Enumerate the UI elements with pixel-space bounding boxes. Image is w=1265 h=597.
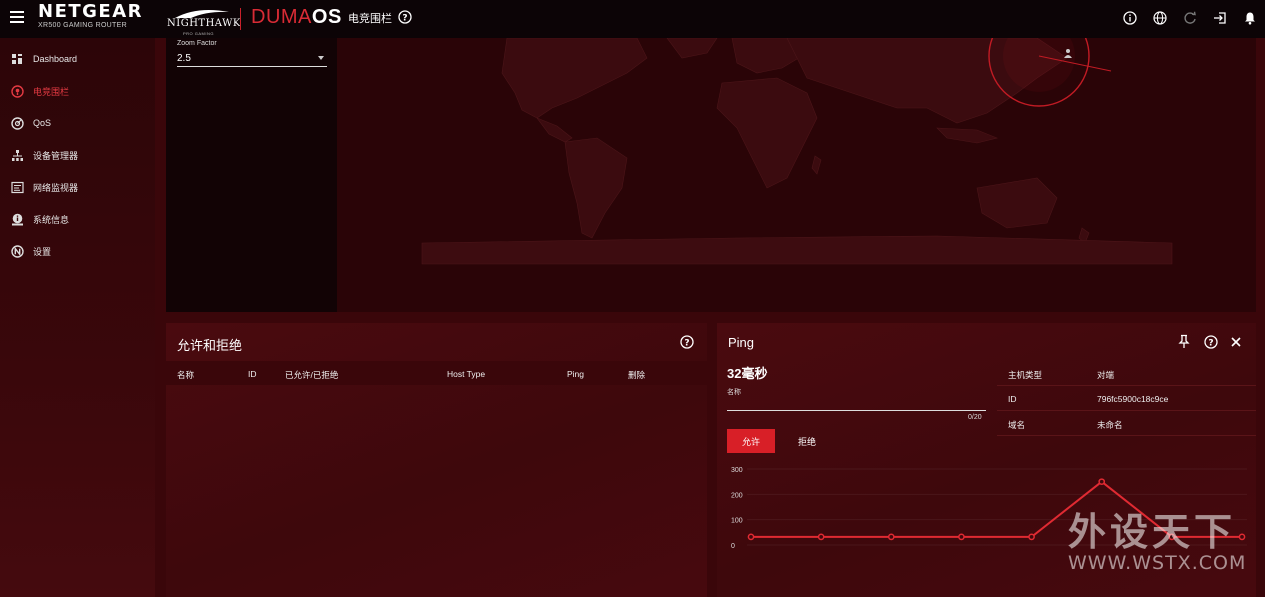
chart-ytick-label: 200 bbox=[731, 492, 743, 499]
help-icon[interactable]: ? bbox=[398, 10, 412, 29]
info-row-domain: 域名 未命名 bbox=[997, 411, 1256, 436]
geofence-icon bbox=[10, 84, 24, 98]
allow-deny-panel: 允许和拒绝 ? 名称 ID 已允许/已拒绝 Host Type Ping 删除 bbox=[166, 323, 707, 597]
info-key: 域名 bbox=[1008, 420, 1026, 430]
ping-data-point[interactable] bbox=[958, 533, 965, 541]
column-header-status[interactable]: 已允许/已拒绝 bbox=[285, 369, 338, 381]
device-manager-icon bbox=[10, 148, 24, 162]
allow-button[interactable]: 允许 bbox=[727, 429, 775, 453]
column-header-id[interactable]: ID bbox=[248, 369, 257, 379]
info-value: 796fc5900c18c9ce bbox=[1097, 394, 1169, 404]
nighthawk-text: NIGHTHAWK bbox=[167, 18, 241, 29]
info-key: ID bbox=[1008, 394, 1017, 404]
dumaos-part1: DUMA bbox=[251, 6, 312, 28]
header-actions bbox=[1121, 9, 1259, 27]
watermark-text-cn: 外设天下 bbox=[1068, 510, 1237, 554]
info-key: 主机类型 bbox=[1008, 370, 1043, 380]
info-value: 对端 bbox=[1097, 370, 1115, 380]
ping-data-point[interactable] bbox=[1028, 533, 1035, 541]
info-row-host-type: 主机类型 对端 bbox=[997, 361, 1256, 386]
sidebar-item-qos[interactable]: QoS bbox=[0, 112, 155, 134]
dumaos-part2: OS bbox=[311, 6, 342, 28]
brand-model: XR500 GAMING ROUTER bbox=[38, 22, 127, 29]
ping-data-point[interactable] bbox=[887, 533, 895, 541]
svg-text:?: ? bbox=[684, 339, 689, 349]
chevron-down-icon bbox=[318, 56, 324, 60]
menu-icon[interactable] bbox=[10, 11, 24, 23]
qos-icon bbox=[10, 116, 24, 130]
world-map[interactable] bbox=[337, 38, 1256, 312]
sidebar-item-system-info[interactable]: 系统信息 bbox=[0, 208, 155, 230]
column-header-delete[interactable]: 删除 bbox=[628, 369, 645, 381]
chart-ytick-label: 300 bbox=[731, 467, 743, 474]
ping-data-point[interactable] bbox=[817, 533, 825, 541]
sidebar-item-label: 系统信息 bbox=[33, 214, 70, 225]
page-title: 电竞围栏 bbox=[348, 13, 392, 25]
zoom-value: 2.5 bbox=[177, 53, 191, 64]
brand-name: NETGEAR bbox=[38, 1, 143, 22]
bell-icon[interactable] bbox=[1241, 9, 1259, 27]
zoom-factor-select[interactable]: 2.5 bbox=[177, 52, 327, 67]
ping-value: 32毫秒 bbox=[727, 366, 768, 381]
panel-title: 允许和拒绝 bbox=[177, 338, 243, 353]
geofence-map-panel: Zoom Factor 2.5 bbox=[166, 38, 1256, 312]
nighthawk-sub: PRO GAMING bbox=[183, 31, 215, 36]
sidebar-item-label: 网络监视器 bbox=[33, 182, 79, 193]
settings-icon bbox=[10, 244, 24, 258]
name-label: 名称 bbox=[727, 389, 741, 396]
ping-data-point[interactable] bbox=[747, 533, 755, 541]
table-header: 名称 ID 已允许/已拒绝 Host Type Ping 删除 bbox=[166, 361, 707, 385]
help-icon[interactable]: ? bbox=[680, 335, 694, 349]
sidebar-item-label: Dashboard bbox=[33, 54, 78, 64]
ping-data-point[interactable] bbox=[1098, 478, 1106, 486]
sidebar-item-device-manager[interactable]: 设备管理器 bbox=[0, 144, 155, 166]
sidebar-item-label: 设备管理器 bbox=[33, 150, 79, 161]
sidebar-item-network-monitor[interactable]: 网络监视器 bbox=[0, 176, 155, 198]
sidebar-item-settings[interactable]: 设置 bbox=[0, 240, 155, 262]
info-value: 未命名 bbox=[1097, 420, 1123, 430]
svg-text:?: ? bbox=[402, 14, 407, 24]
column-header-host-type[interactable]: Host Type bbox=[447, 369, 485, 379]
sidebar-item-geofence[interactable]: 电竞围栏 bbox=[0, 80, 155, 102]
column-header-ping[interactable]: Ping bbox=[567, 369, 584, 379]
sidebar: Dashboard 电竞围栏 QoS 设备管理器 网络监视器 系统信息 设置 bbox=[0, 38, 155, 597]
logout-icon[interactable] bbox=[1211, 9, 1229, 27]
name-input[interactable] bbox=[727, 399, 986, 411]
chart-ytick-label: 100 bbox=[731, 518, 743, 525]
sidebar-item-label: 电竞围栏 bbox=[33, 86, 70, 97]
help-icon[interactable]: ? bbox=[1204, 335, 1218, 349]
sidebar-item-dashboard[interactable]: Dashboard bbox=[0, 48, 155, 70]
dumaos-logo: DUMAOS bbox=[251, 6, 342, 28]
refresh-icon[interactable] bbox=[1181, 9, 1199, 27]
network-monitor-icon bbox=[10, 180, 24, 194]
info-row-id: ID 796fc5900c18c9ce bbox=[997, 386, 1256, 411]
panel-title: Ping bbox=[728, 335, 755, 350]
sidebar-item-label: QoS bbox=[33, 118, 52, 128]
watermark-text-en: WWW.WSTX.COM bbox=[1068, 552, 1247, 574]
deny-button[interactable]: 拒绝 bbox=[785, 429, 829, 453]
watermark: 外设天下 WWW.WSTX.COM bbox=[1068, 512, 1248, 574]
top-bar: NETGEAR XR500 GAMING ROUTER NIGHTHAWK PR… bbox=[0, 0, 1265, 38]
pin-icon[interactable] bbox=[1177, 334, 1191, 349]
globe-icon[interactable] bbox=[1151, 9, 1169, 27]
system-info-icon bbox=[10, 212, 24, 226]
svg-text:?: ? bbox=[1208, 339, 1213, 349]
nighthawk-logo: NIGHTHAWK PRO GAMING bbox=[167, 8, 240, 36]
zoom-control: Zoom Factor 2.5 bbox=[166, 38, 337, 312]
zoom-label: Zoom Factor bbox=[177, 40, 217, 47]
info-icon[interactable] bbox=[1121, 9, 1139, 27]
sidebar-item-label: 设置 bbox=[33, 246, 52, 257]
chart-ytick-label: 0 bbox=[731, 543, 735, 550]
dashboard-icon bbox=[10, 52, 24, 66]
close-icon[interactable] bbox=[1229, 335, 1243, 349]
brand-logo: NETGEAR XR500 GAMING ROUTER bbox=[38, 1, 143, 30]
char-count: 0/20 bbox=[968, 414, 982, 421]
header-divider bbox=[240, 8, 241, 30]
column-header-name[interactable]: 名称 bbox=[177, 369, 194, 381]
